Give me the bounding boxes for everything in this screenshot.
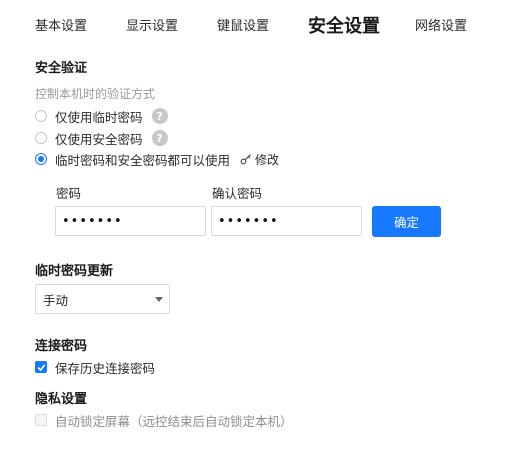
auto-lock-label: 自动锁定屏幕（远控结束后自动锁定本机）	[55, 413, 293, 429]
confirm-button[interactable]: 确定	[372, 206, 441, 237]
password-label: 密码	[56, 186, 82, 201]
password-input[interactable]: •••••••	[55, 206, 206, 236]
caret-down-icon	[155, 297, 163, 302]
confirm-password-label: 确认密码	[212, 186, 263, 201]
auto-lock-checkbox	[35, 414, 47, 426]
radio-temp-only[interactable]: 仅使用临时密码 ?	[35, 107, 168, 125]
radio-label: 仅使用安全密码	[55, 131, 143, 147]
radio-button-checked[interactable]	[35, 153, 47, 165]
check-icon	[37, 363, 45, 371]
tab-basic[interactable]: 基本设置	[35, 15, 87, 34]
save-history-checkbox-row[interactable]: 保存历史连接密码	[35, 358, 155, 376]
update-mode-select[interactable]: 手动	[35, 284, 170, 314]
tab-display[interactable]: 显示设置	[126, 15, 178, 34]
select-value: 手动	[43, 292, 69, 308]
tab-security[interactable]: 安全设置	[308, 12, 380, 38]
auto-lock-checkbox-row: 自动锁定屏幕（远控结束后自动锁定本机）	[35, 411, 293, 429]
key-icon	[240, 154, 251, 165]
tab-keyboard-mouse[interactable]: 键鼠设置	[217, 15, 269, 34]
save-history-label: 保存历史连接密码	[55, 360, 156, 376]
radio-label: 仅使用临时密码	[55, 109, 143, 125]
edit-password-link[interactable]: 修改	[240, 151, 279, 168]
connect-password-title: 连接密码	[35, 339, 88, 354]
security-verification-subtitle: 控制本机时的验证方式	[35, 87, 156, 101]
confirm-password-input[interactable]: •••••••	[211, 206, 362, 236]
security-verification-title: 安全验证	[35, 61, 88, 76]
temp-password-update-title: 临时密码更新	[35, 264, 114, 279]
edit-label: 修改	[255, 152, 280, 167]
privacy-title: 隐私设置	[35, 392, 88, 407]
radio-secure-only[interactable]: 仅使用安全密码 ?	[35, 129, 168, 147]
question-circle-icon[interactable]: ?	[151, 108, 168, 124]
question-circle-icon[interactable]: ?	[151, 130, 168, 146]
radio-button[interactable]	[35, 110, 47, 122]
radio-both[interactable]: 临时密码和安全密码都可以使用 修改	[35, 150, 279, 168]
save-history-checkbox[interactable]	[35, 361, 47, 373]
radio-button[interactable]	[35, 132, 47, 144]
radio-label: 临时密码和安全密码都可以使用	[55, 152, 231, 168]
settings-tab-bar: 基本设置 显示设置 键鼠设置 安全设置 网络设置	[0, 0, 521, 48]
tab-network[interactable]: 网络设置	[415, 15, 467, 34]
